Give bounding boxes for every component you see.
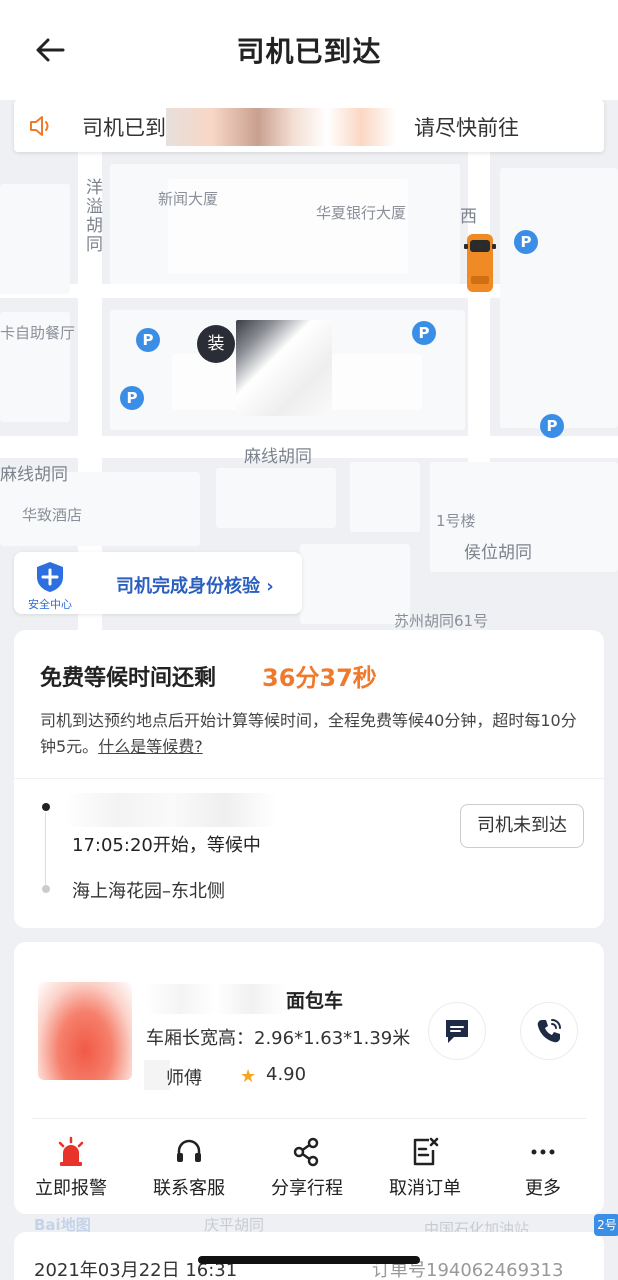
map-block (500, 168, 618, 428)
action-label: 立即报警 (35, 1178, 107, 1199)
call-button[interactable] (520, 1002, 578, 1060)
action-label: 取消订单 (389, 1178, 461, 1199)
map-label-building: 新闻大厦 (158, 190, 219, 208)
headset-icon (177, 1139, 201, 1162)
speaker-icon (30, 116, 49, 136)
chevron-right-icon: › (266, 576, 274, 597)
action-label: 联系客服 (153, 1178, 225, 1199)
map-label-street: 洋溢胡同 (86, 178, 103, 255)
alarm-icon (58, 1136, 84, 1166)
star-icon: ★ (240, 1066, 257, 1087)
timeline-line (45, 813, 46, 885)
action-more[interactable]: 更多 (488, 1136, 598, 1200)
action-alarm[interactable]: 立即报警 (16, 1136, 126, 1200)
map-block (0, 184, 70, 294)
parking-icon[interactable]: P (412, 321, 436, 345)
divider (32, 1118, 586, 1119)
driver-name: 师傅 (166, 1068, 202, 1089)
safety-center-label: 安全中心 (28, 598, 72, 611)
driver-rating: 4.90 (266, 1064, 307, 1085)
map-badge: 2号 (594, 1214, 618, 1236)
pixelated-area (146, 984, 286, 1014)
pixelated-area (236, 320, 332, 416)
pickup-address: 海上海花园–东北侧 (72, 881, 225, 902)
wait-title: 免费等候时间还剩 (40, 666, 217, 691)
waiting-card: 免费等候时间还剩 36分37秒 司机到达预约地点后开始计算等候时间，全程免费等候… (14, 630, 604, 928)
map-label-address: 苏州胡同61号 (394, 612, 489, 630)
driver-card: 面包车 车厢长宽高：2.96*1.63*1.39米 师傅 ★ 4.90 立即报警… (14, 942, 604, 1214)
waiting-fee-link[interactable]: 什么是等候费? (98, 737, 203, 756)
poi-marker[interactable]: 装 (197, 325, 235, 363)
wait-timeline: 17:05:20开始，等候中 海上海花园–东北侧 司机未到达 (14, 778, 604, 928)
home-indicator (198, 1256, 420, 1264)
shield-icon (37, 562, 63, 592)
action-label: 分享行程 (271, 1178, 343, 1199)
parking-icon[interactable]: P (514, 230, 538, 254)
parking-icon[interactable]: P (540, 414, 564, 438)
action-label: 更多 (525, 1178, 561, 1199)
action-share-trip[interactable]: 分享行程 (252, 1136, 362, 1200)
driver-not-arrived-button[interactable]: 司机未到达 (460, 804, 584, 848)
top-bar: 司机已到达 (0, 0, 618, 100)
map-label-poi: 卡自助餐厅 (0, 324, 76, 342)
parking-icon[interactable]: P (120, 386, 144, 410)
map-label-street: 麻线胡同 (244, 447, 312, 467)
message-button[interactable] (428, 1002, 486, 1060)
pixelated-area (166, 108, 396, 146)
map-label-street: 侯位胡同 (464, 543, 532, 563)
safety-text-label: 司机完成身份核验 (116, 576, 260, 597)
safety-verification-banner[interactable]: 安全中心 司机完成身份核验 › (14, 552, 302, 614)
map-label-building: 1号楼 (436, 512, 476, 530)
map-label-street: 西 (460, 207, 477, 227)
vehicle-type: 面包车 (286, 990, 344, 1012)
page-title: 司机已到达 (236, 35, 382, 68)
wait-start-time: 17:05:20开始，等候中 (72, 835, 261, 856)
cancel-order-icon (413, 1137, 439, 1166)
notice-text-prefix: 司机已到 (82, 116, 166, 140)
pixelated-area (66, 793, 276, 827)
map-block (350, 462, 420, 532)
action-cancel-order[interactable]: 取消订单 (370, 1136, 480, 1200)
phone-icon (537, 1019, 561, 1043)
parking-icon[interactable]: P (136, 328, 160, 352)
vehicle-image (38, 982, 132, 1080)
map-label-building: 华夏银行大厦 (316, 204, 407, 222)
vehicle-dimensions: 车厢长宽高：2.96*1.63*1.39米 (146, 1028, 411, 1049)
arrival-notice: 司机已到 请尽快前往 (14, 100, 604, 152)
wait-countdown: 36分37秒 (262, 664, 377, 692)
wait-description: 司机到达预约地点后开始计算等候时间，全程免费等候40分钟，超时每10分钟5元。什… (40, 708, 588, 760)
map-block (216, 468, 336, 528)
more-icon (531, 1149, 555, 1155)
safety-text: 司机完成身份核验 › (116, 572, 274, 598)
map-label-poi: 华致酒店 (22, 506, 83, 524)
driver-car-icon (464, 234, 496, 292)
notice-text-suffix: 请尽快前往 (414, 116, 519, 140)
map-label-street: 麻线胡同 (0, 465, 68, 485)
action-customer-service[interactable]: 联系客服 (134, 1136, 244, 1200)
timeline-dot (42, 885, 50, 893)
chat-icon (446, 1020, 468, 1043)
timeline-dot (42, 803, 50, 811)
share-icon (293, 1137, 319, 1167)
